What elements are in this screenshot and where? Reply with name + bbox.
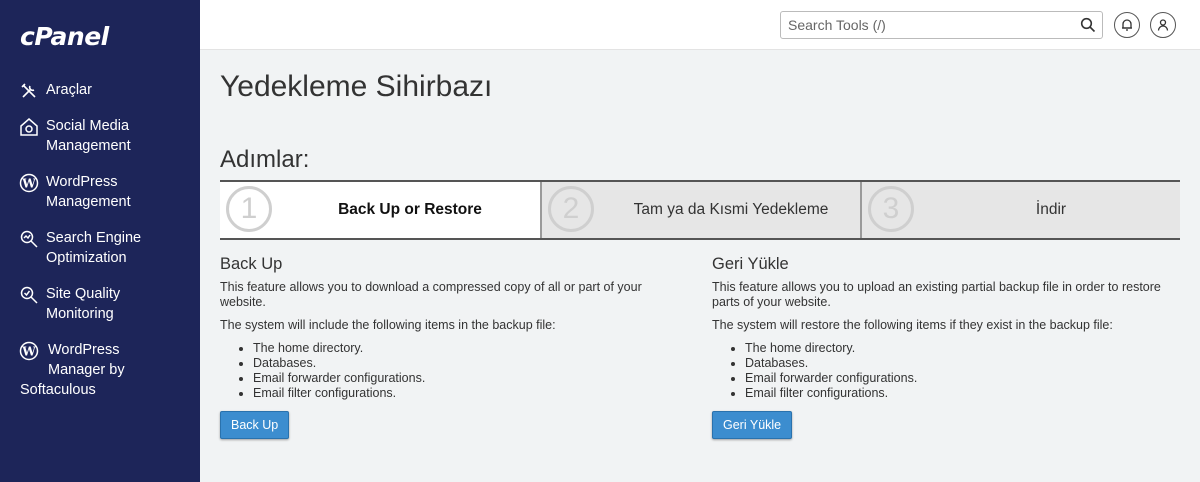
sidebar-item-label: Softaculous: [20, 382, 96, 398]
seo-icon: [19, 229, 39, 249]
backup-items-list: The home directory. Databases. Email for…: [253, 341, 690, 401]
step-number: 1: [226, 186, 272, 232]
sidebar-item-label: WordPress: [48, 342, 120, 358]
backup-list-intro: The system will include the following it…: [220, 318, 556, 332]
step-download[interactable]: 3 İndir: [860, 182, 1180, 238]
bell-icon: [1122, 19, 1132, 31]
sidebar-item-label: Manager by: [48, 362, 125, 378]
sidebar-item-label: Social Media Management: [46, 118, 131, 154]
steps-title: Adımlar:: [220, 146, 310, 173]
backup-section: Back Up This feature allows you to downl…: [220, 255, 690, 439]
top-bar: [200, 0, 1200, 50]
restore-section: Geri Yükle This feature allows you to up…: [712, 255, 1182, 439]
restore-items-list: The home directory. Databases. Email for…: [745, 341, 1182, 401]
steps-bar: 1 Back Up or Restore 2 Tam ya da Kısmi Y…: [220, 180, 1180, 240]
sidebar-item-wordpress-softaculous[interactable]: W WordPress Manager by Softaculous: [0, 338, 200, 402]
sidebar-item-social-media[interactable]: Social Media Management: [0, 114, 200, 158]
wordpress-icon: W: [19, 341, 39, 361]
list-item: The home directory.: [745, 341, 1182, 356]
notifications-button[interactable]: [1114, 12, 1140, 38]
page-title: Yedekleme Sihirbazı: [220, 70, 493, 103]
sidebar-item-label: Search Engine Optimization: [46, 230, 142, 266]
user-account-button[interactable]: [1150, 12, 1176, 38]
svg-text:W: W: [21, 345, 36, 359]
sidebar-item-wordpress-management[interactable]: W WordPress Management: [0, 170, 200, 214]
social-media-icon: [19, 117, 39, 137]
sidebar-item-seo[interactable]: Search Engine Optimization: [0, 226, 200, 270]
list-item: Email forwarder configurations.: [253, 371, 690, 386]
restore-heading: Geri Yükle: [712, 255, 789, 273]
list-item: Email filter configurations.: [745, 386, 1182, 401]
site-quality-icon: [19, 285, 39, 305]
svg-text:W: W: [21, 177, 36, 191]
step-full-or-partial[interactable]: 2 Tam ya da Kısmi Yedekleme: [540, 182, 860, 238]
sidebar-item-label: Araçlar: [46, 82, 92, 98]
step-label: Back Up or Restore: [338, 201, 482, 218]
step-back-up-or-restore[interactable]: 1 Back Up or Restore: [220, 182, 540, 238]
backup-heading: Back Up: [220, 255, 283, 273]
cpanel-logo[interactable]: cPanel: [20, 22, 109, 51]
user-icon: [1157, 19, 1169, 31]
list-item: Databases.: [745, 356, 1182, 371]
restore-button[interactable]: Geri Yükle: [712, 411, 793, 439]
sidebar-item-label: WordPress Management: [46, 174, 131, 210]
sidebar-item-label: Site Quality Monitoring: [46, 286, 121, 322]
step-number: 2: [548, 186, 594, 232]
restore-list-intro: The system will restore the following it…: [712, 318, 1113, 332]
backup-description: This feature allows you to download a co…: [220, 280, 642, 309]
list-item: Databases.: [253, 356, 690, 371]
sidebar-nav: Araçlar Social Media Management W WordPr…: [0, 78, 200, 402]
step-label: İndir: [1035, 201, 1067, 218]
sidebar: cPanel Araçlar Social Media Management W…: [0, 0, 200, 482]
sidebar-item-site-quality[interactable]: Site Quality Monitoring: [0, 282, 200, 326]
sidebar-item-tools[interactable]: Araçlar: [0, 78, 200, 102]
backup-button[interactable]: Back Up: [220, 411, 290, 439]
search-input[interactable]: [781, 12, 1071, 38]
list-item: The home directory.: [253, 341, 690, 356]
search-icon[interactable]: [1080, 17, 1096, 33]
wordpress-icon: W: [19, 173, 39, 193]
step-number: 3: [868, 186, 914, 232]
list-item: Email filter configurations.: [253, 386, 690, 401]
step-label: Tam ya da Kısmi Yedekleme: [633, 201, 829, 218]
restore-description: This feature allows you to upload an exi…: [712, 280, 1161, 309]
search-box: [780, 11, 1103, 39]
tools-icon: [19, 81, 39, 101]
list-item: Email forwarder configurations.: [745, 371, 1182, 386]
